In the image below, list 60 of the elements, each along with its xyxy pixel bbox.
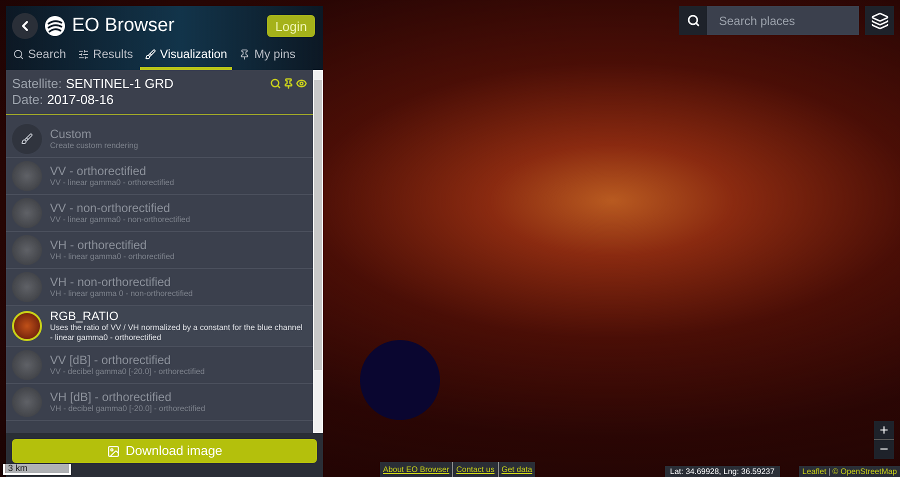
layer-thumbnail <box>12 272 42 302</box>
zoom-out-button[interactable]: − <box>874 440 894 459</box>
layer-thumbnail <box>12 235 42 265</box>
layers-button[interactable] <box>865 6 894 35</box>
satellite-label: Satellite: <box>12 76 62 92</box>
layer-name: VH - orthorectified <box>50 238 148 252</box>
layer-item[interactable]: RGB_RATIO Uses the ratio of VV / VH normalized by a constant for the blue channel - linear gamma0 - orthorectified <box>6 306 313 347</box>
layer-description: VH - linear gamma0 - orthorectified <box>50 252 174 262</box>
logo-icon <box>44 15 66 38</box>
layer-thumbnail <box>12 350 42 380</box>
layer-thumbnail <box>12 387 42 417</box>
layer-thumbnail <box>12 311 42 341</box>
search-icon <box>13 48 24 60</box>
zoom-in-button[interactable]: + <box>874 421 894 440</box>
app-title: EO Browser <box>72 14 174 38</box>
layer-thumbnail <box>12 198 42 228</box>
satellite-value: SENTINEL-1 GRD <box>66 76 174 92</box>
layer-name: RGB_RATIO <box>50 309 120 323</box>
coordinates-readout: Lat: 34.69928, Lng: 36.59237 <box>665 466 780 477</box>
layer-name: Custom <box>50 127 92 141</box>
footer-link[interactable]: Get data <box>498 462 536 477</box>
search-icon <box>686 14 700 27</box>
layer-name: VH [dB] - orthorectified <box>50 390 172 404</box>
image-icon <box>106 444 120 458</box>
layer-name: VV - non-orthorectified <box>50 201 172 215</box>
layer-description: Uses the ratio of VV / VH normalized by a constant for the blue channel - linear gamma0 - orthorectified <box>50 323 304 343</box>
search-field[interactable]: Search places <box>707 6 859 35</box>
footer-link[interactable]: Contact us <box>452 462 498 477</box>
leaflet-link[interactable]: Leaflet <box>802 466 826 477</box>
layer-description: VV - decibel gamma0 [-20.0] - orthorectified <box>50 367 205 377</box>
scale-bar: 3 km <box>3 464 71 475</box>
footer-link[interactable]: About EO Browser <box>380 462 452 477</box>
scrollbar[interactable] <box>313 70 323 433</box>
pin-icon <box>239 48 250 60</box>
layer-name: VV [dB] - orthorectified <box>50 353 172 367</box>
layer-name: VV - orthorectified <box>50 164 148 178</box>
search-icon[interactable] <box>270 78 281 89</box>
sliders-icon <box>78 48 90 60</box>
date-label: Date: <box>12 92 44 108</box>
layer-description: Create custom rendering <box>50 141 138 151</box>
brush-icon <box>145 48 156 60</box>
layer-description: VV - linear gamma0 - non-orthorectified <box>50 215 190 225</box>
tab[interactable]: Search <box>8 45 72 70</box>
layer-description: VH - decibel gamma0 [-20.0] - orthorectified <box>50 404 206 414</box>
back-button[interactable] <box>12 13 38 40</box>
pin-icon[interactable] <box>283 78 294 89</box>
search-button[interactable] <box>679 6 707 35</box>
date-value: 2017-08-16 <box>47 92 114 108</box>
tab[interactable]: Results <box>73 45 138 70</box>
brush-thumbnail <box>12 124 42 154</box>
attribution-separator: | <box>828 466 830 477</box>
layer-description: VV - linear gamma0 - orthorectified <box>50 178 174 188</box>
layer-description: VH - linear gamma 0 - non-orthorectified <box>50 289 193 299</box>
openstreetmap-link[interactable]: © OpenStreetMap <box>832 466 897 477</box>
layers-icon <box>870 12 888 30</box>
layer-name: VH - non-orthorectified <box>50 275 172 289</box>
tab[interactable]: Visualization <box>140 45 232 70</box>
layer-thumbnail <box>12 161 42 191</box>
eye-icon[interactable] <box>296 78 307 89</box>
tab[interactable]: My pins <box>234 45 301 70</box>
